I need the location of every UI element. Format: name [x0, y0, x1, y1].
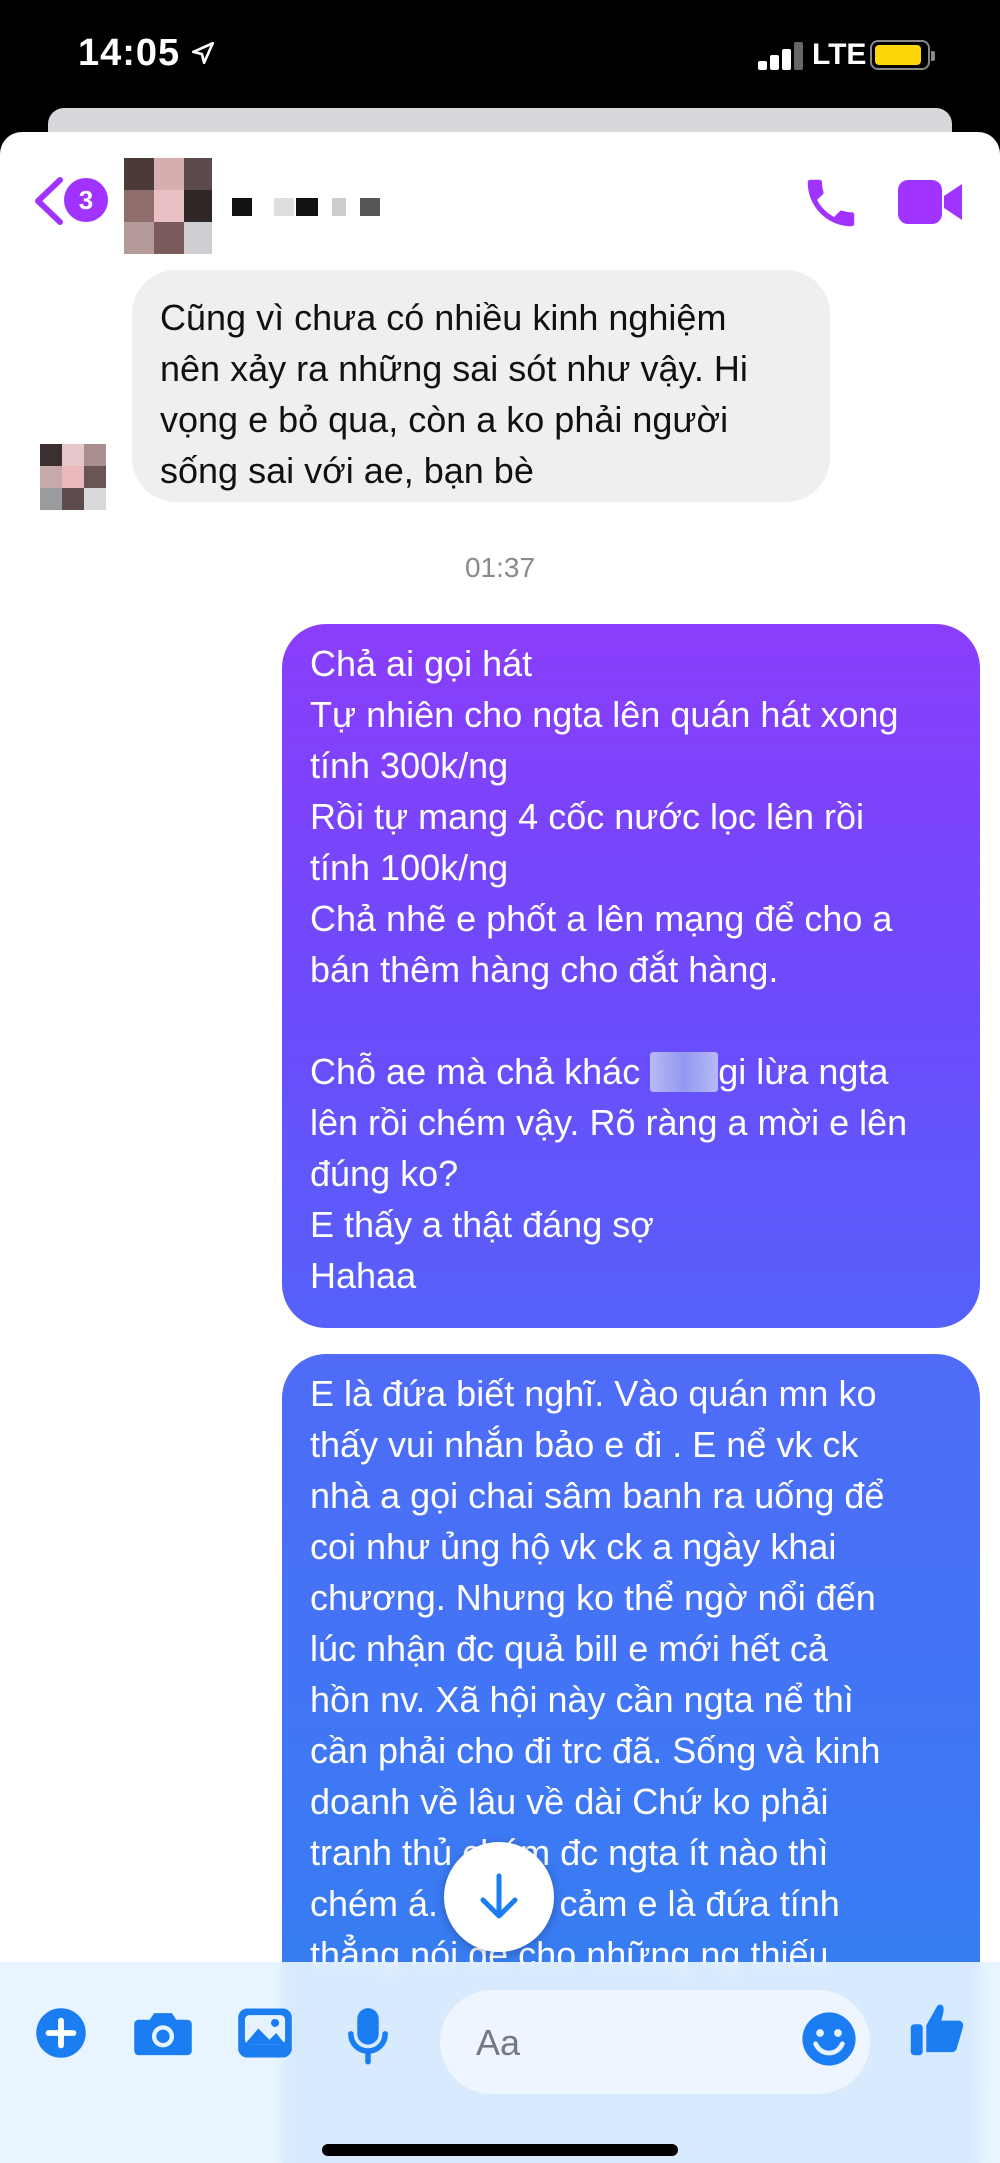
sender-avatar[interactable] — [40, 444, 106, 510]
scroll-to-bottom-button[interactable] — [444, 1842, 554, 1952]
message-text: Chả ai gọi hát Tự nhiên cho ngta lên quá… — [310, 638, 952, 1301]
message-text: Cũng vì chưa có nhiều kinh nghiệm nên xả… — [160, 297, 748, 491]
cellular-signal-icon — [758, 42, 806, 70]
contact-avatar[interactable] — [124, 158, 212, 254]
status-bar: 14:05 LTE — [0, 0, 1000, 110]
phone-icon[interactable] — [800, 172, 862, 234]
back-button[interactable]: 3 — [30, 172, 110, 228]
message-text-part: Chả ai gọi hát Tự nhiên cho ngta lên quá… — [310, 643, 899, 1092]
chat-header: 3 — [0, 132, 1000, 272]
message-input[interactable]: Aa — [440, 1990, 870, 2094]
status-time: 14:05 — [78, 32, 181, 74]
plus-icon[interactable] — [34, 2006, 88, 2060]
arrow-down-icon — [480, 1873, 518, 1919]
microphone-icon[interactable] — [346, 2006, 390, 2066]
network-type: LTE — [812, 38, 867, 71]
message-composer: Aa — [0, 1962, 1000, 2163]
unread-count-badge: 3 — [64, 178, 108, 222]
chevron-left-icon — [35, 177, 63, 225]
home-indicator — [322, 2144, 678, 2156]
emoji-icon[interactable] — [800, 2010, 858, 2068]
outgoing-message-bubble[interactable]: Chả ai gọi hát Tự nhiên cho ngta lên quá… — [282, 624, 980, 1328]
battery-icon — [870, 40, 935, 70]
redacted-word — [650, 1052, 719, 1092]
chat-screen: 3 Cũng vì chưa có nhiều kinh nghiệm nên … — [0, 132, 1000, 2163]
incoming-message-bubble[interactable]: Cũng vì chưa có nhiều kinh nghiệm nên xả… — [132, 270, 830, 502]
thumbs-up-icon[interactable] — [908, 1998, 966, 2060]
image-icon[interactable] — [236, 2006, 294, 2060]
video-camera-icon[interactable] — [898, 176, 964, 228]
message-timestamp: 01:37 — [464, 552, 536, 583]
location-arrow-icon — [191, 41, 215, 65]
message-text: E là đứa biết nghĩ. Vào quán mn ko thấy … — [310, 1373, 885, 1975]
message-input-placeholder: Aa — [476, 2022, 521, 2063]
contact-name-redacted — [232, 194, 382, 218]
camera-icon[interactable] — [132, 2006, 194, 2060]
